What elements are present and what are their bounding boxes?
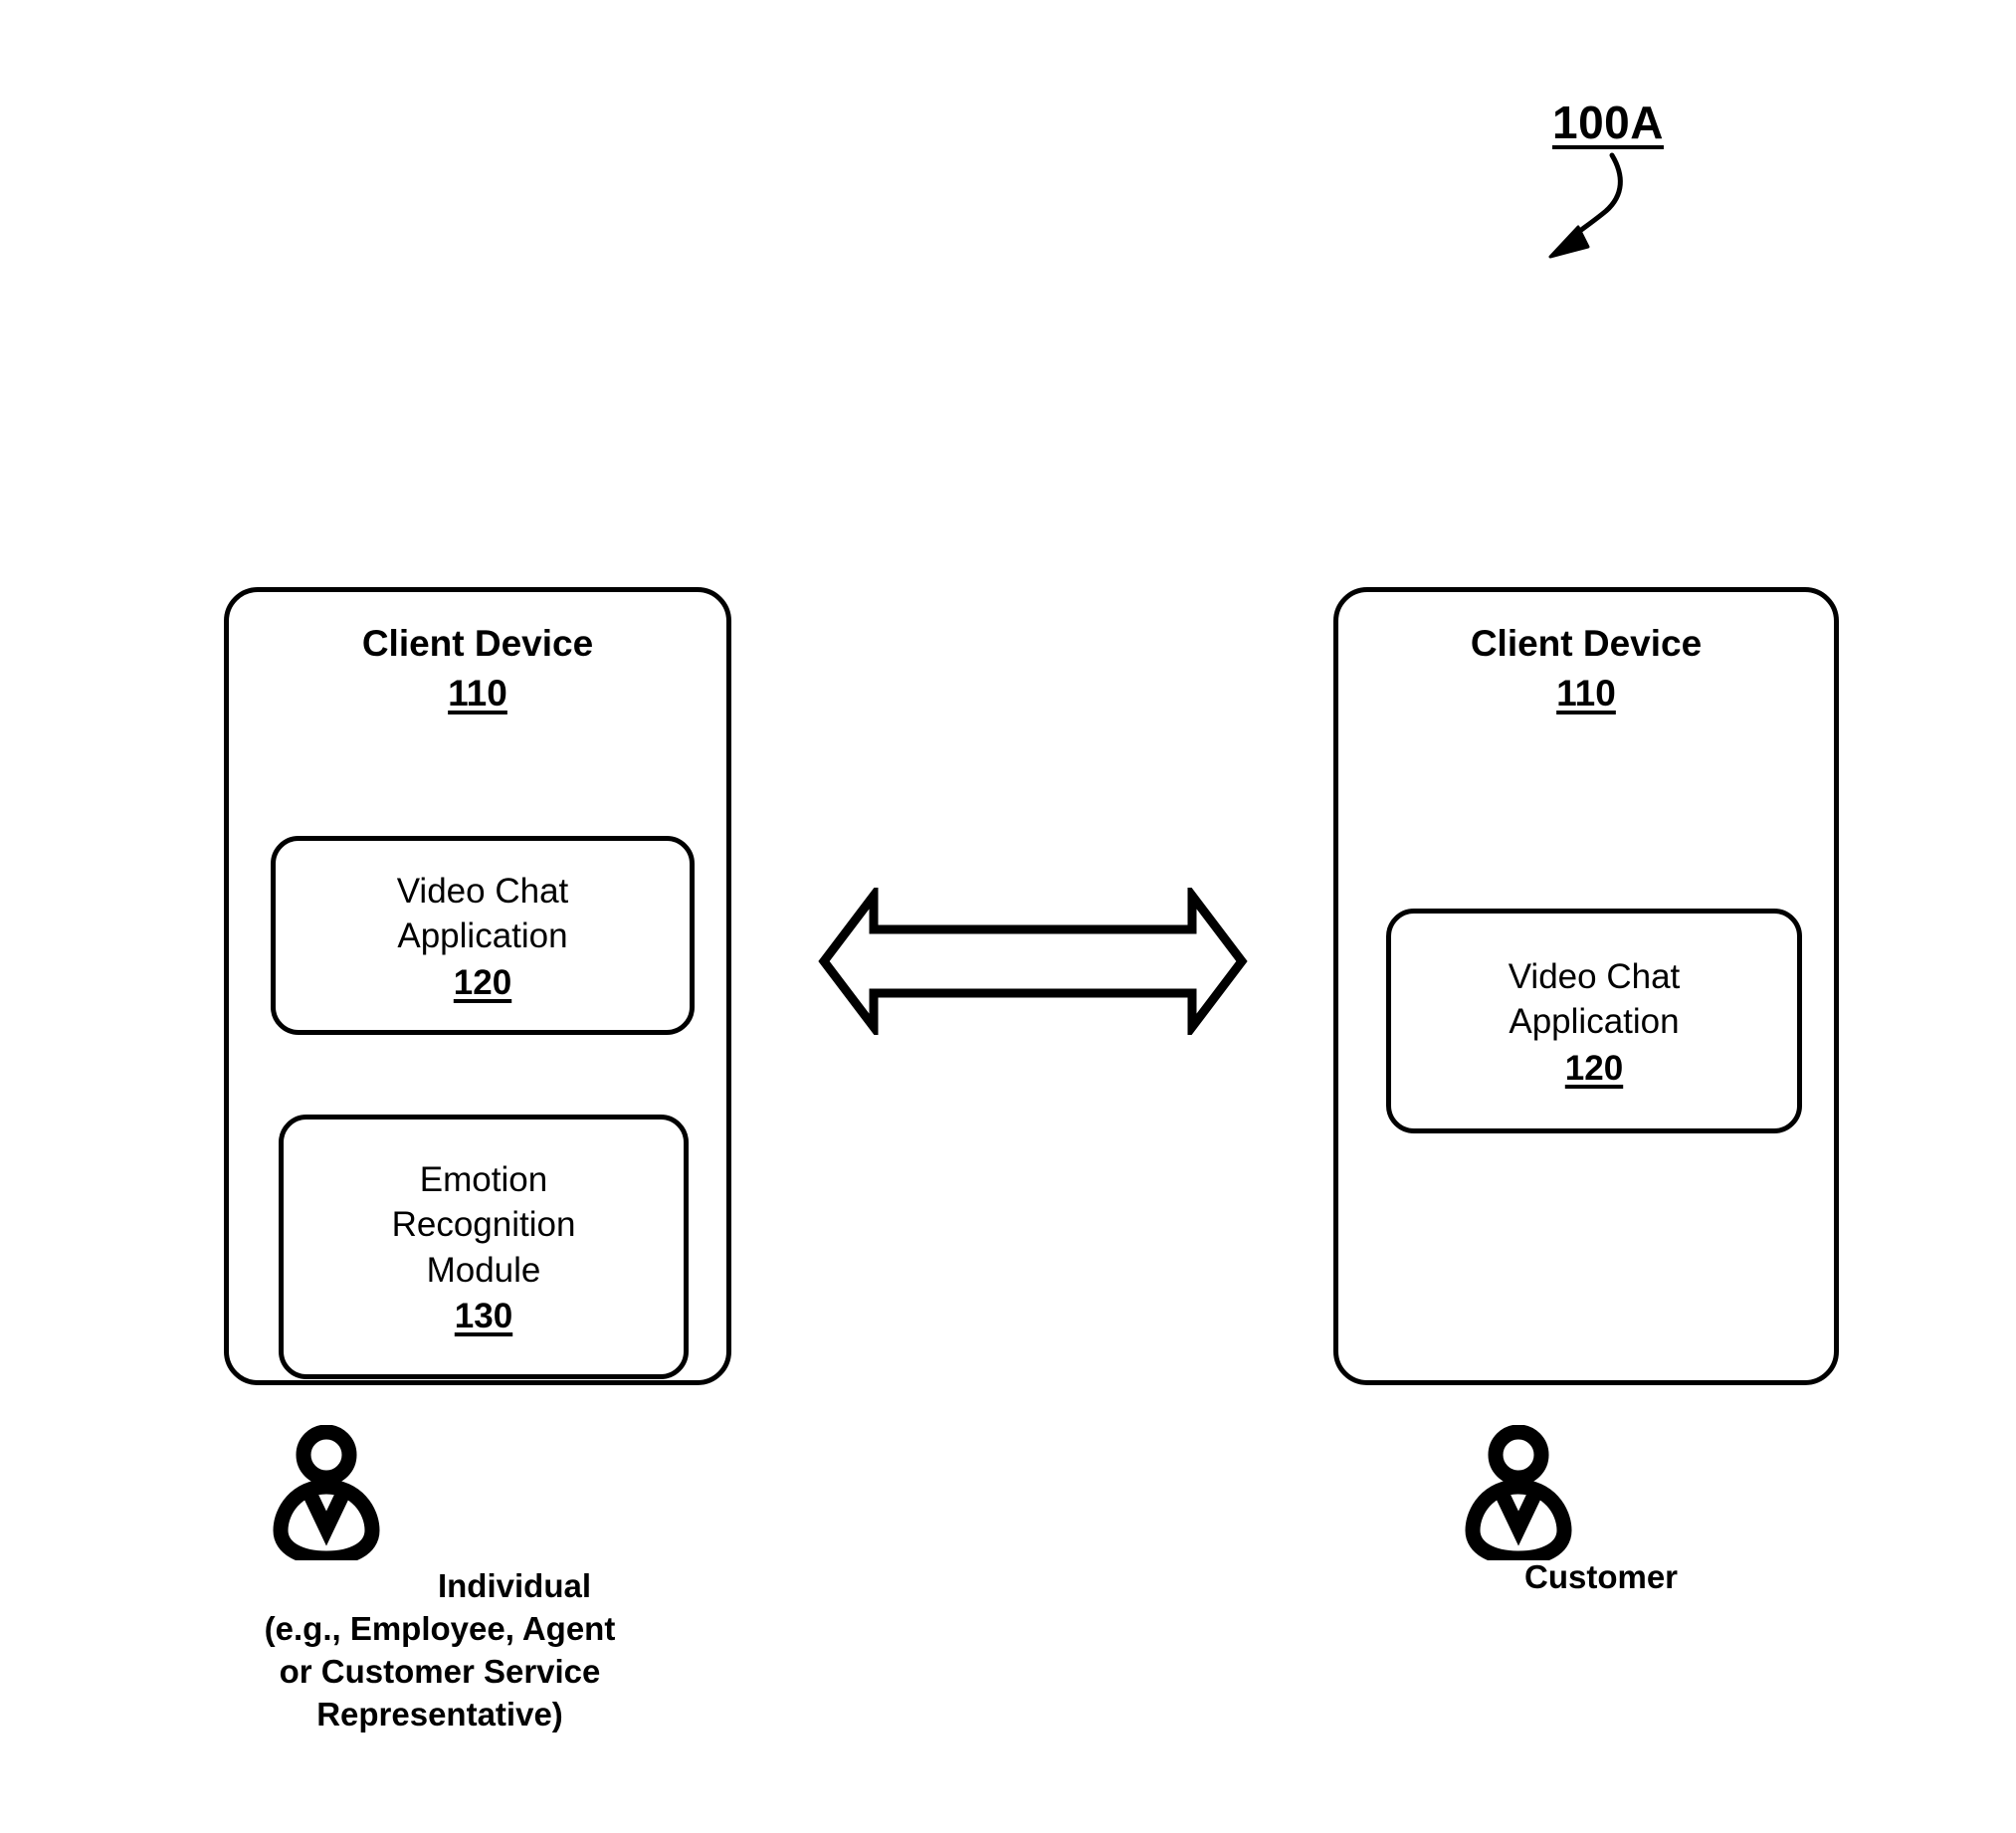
module-vca-left-reference: 120 (453, 962, 512, 1002)
module-vca-right-label: Video Chat Application (1508, 956, 1681, 1042)
device-right-title-block: Client Device 110 (1338, 621, 1834, 716)
figure-reference-label: 100A (1552, 97, 1664, 148)
actor-individual-caption-rest: (e.g., Employee, Agent or Customer Servi… (264, 1609, 616, 1732)
actor-individual-caption-line1: Individual (437, 1566, 591, 1604)
actor-individual-caption: Individual (e.g., Employee, Agent or Cust… (211, 1523, 669, 1735)
double-headed-arrow-icon (818, 888, 1248, 1035)
module-erm-left-label: Emotion Recognition Module (391, 1159, 576, 1290)
module-video-chat-application-right[interactable]: Video Chat Application 120 (1386, 909, 1802, 1133)
actor-customer-caption: Customer (1524, 1558, 1679, 1595)
device-right-title: Client Device (1470, 623, 1703, 664)
module-erm-left-reference: 130 (454, 1297, 513, 1336)
device-left-title-block: Client Device 110 (229, 621, 726, 716)
device-left-title: Client Device (361, 623, 594, 664)
device-right-reference: 110 (1556, 672, 1616, 713)
person-icon (1465, 1425, 1572, 1560)
device-left-reference: 110 (448, 672, 507, 713)
module-video-chat-application-left[interactable]: Video Chat Application 120 (271, 836, 695, 1035)
client-device-left[interactable]: Client Device 110 Video Chat Application… (224, 587, 731, 1385)
module-vca-right-reference: 120 (1564, 1048, 1624, 1088)
curved-arrow-icon (1548, 152, 1623, 259)
module-emotion-recognition-left[interactable]: Emotion Recognition Module 130 (279, 1115, 689, 1379)
figure-canvas: 100A Client Device 110 Video Chat Applic… (0, 0, 2016, 1833)
client-device-right[interactable]: Client Device 110 Video Chat Application… (1333, 587, 1839, 1385)
module-vca-left-label: Video Chat Application (396, 871, 569, 956)
